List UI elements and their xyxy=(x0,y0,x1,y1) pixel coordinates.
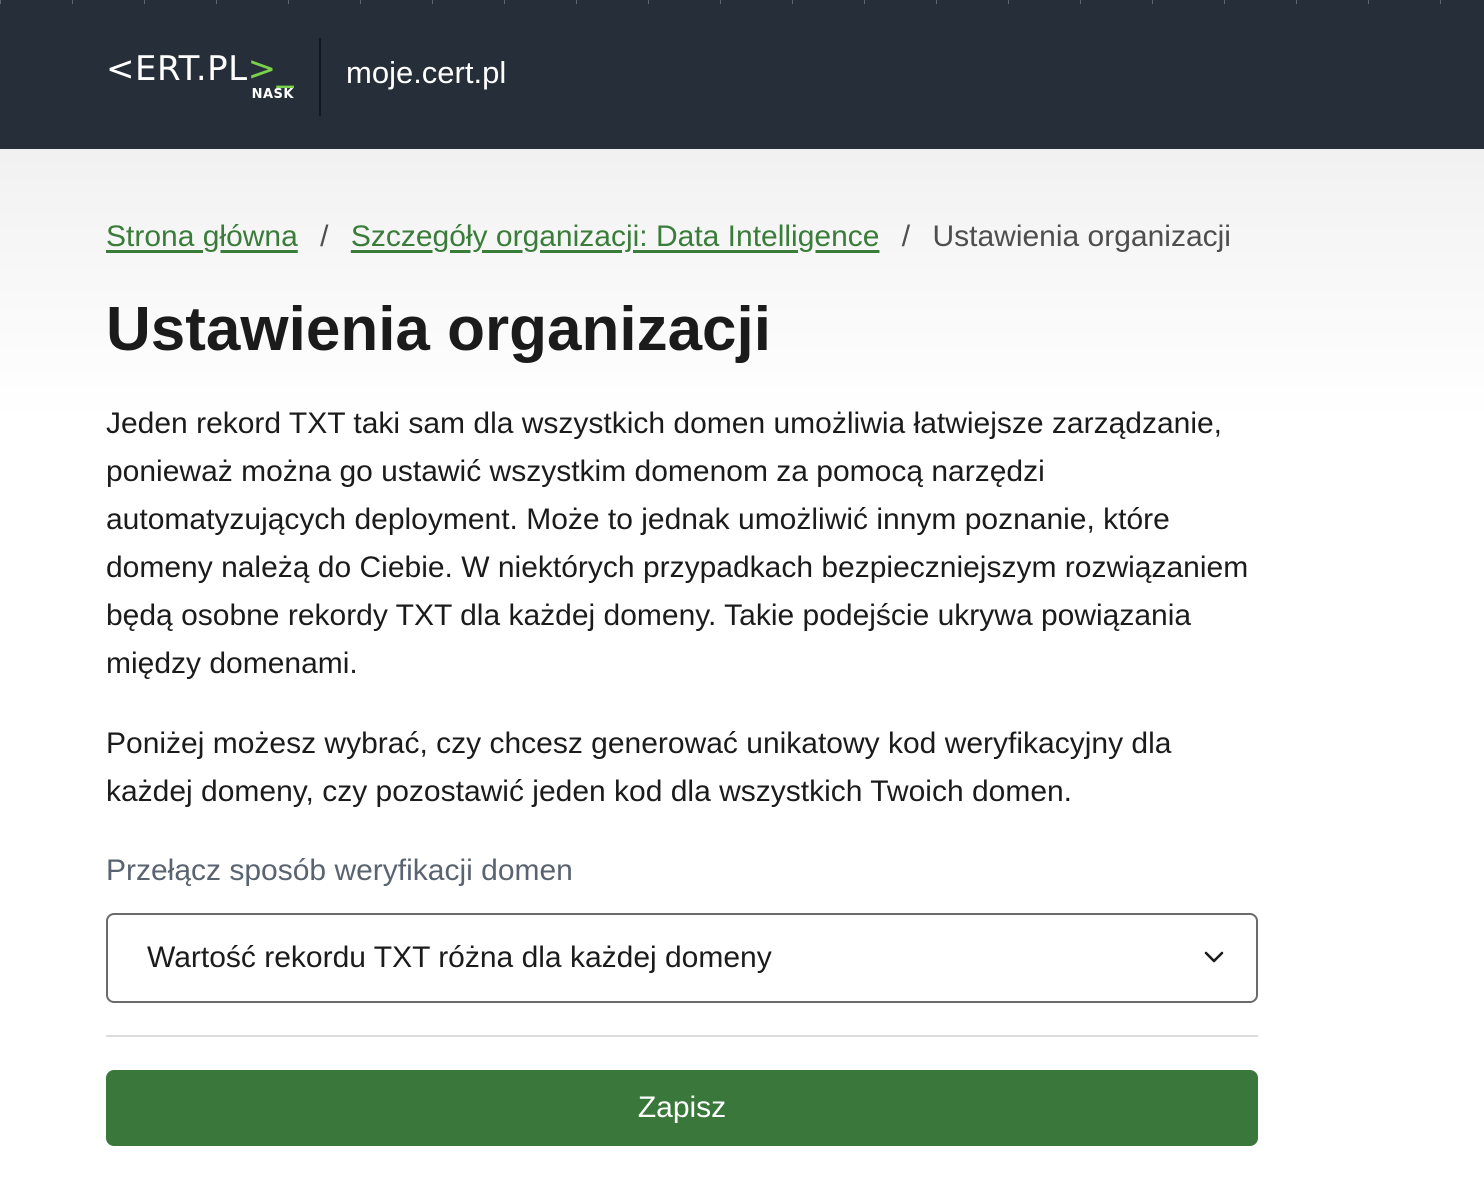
breadcrumb-current: Ustawienia organizacji xyxy=(932,220,1231,253)
breadcrumb-separator: / xyxy=(320,220,329,253)
breadcrumb-organization-link[interactable]: Szczegóły organizacji: Data Intelligence xyxy=(351,220,880,253)
chevron-down-icon xyxy=(1204,951,1224,963)
save-button[interactable]: Zapisz xyxy=(106,1070,1258,1146)
verification-method-select[interactable]: Wartość rekordu TXT różna dla każdej dom… xyxy=(106,913,1258,1003)
top-edge-ticks xyxy=(0,0,1484,4)
breadcrumb-separator: / xyxy=(901,220,911,253)
breadcrumb-home-link[interactable]: Strona główna xyxy=(106,220,298,253)
logo-wordmark: <ERT.PL>_ xyxy=(106,49,295,89)
logo-nask-label: NASK xyxy=(251,87,294,102)
verification-method-label: Przełącz sposób weryfikacji domen xyxy=(106,854,573,887)
description-paragraph: Jeden rekord TXT taki sam dla wszystkich… xyxy=(106,407,1249,680)
site-name[interactable]: moje.cert.pl xyxy=(346,54,506,92)
header-divider xyxy=(319,38,321,116)
top-navigation-bar: <ERT.PL>_ NASK moje.cert.pl xyxy=(0,0,1484,149)
cert-pl-logo[interactable]: <ERT.PL>_ NASK xyxy=(106,50,296,106)
form-divider xyxy=(106,1035,1258,1037)
logo-prompt-accent: >_ xyxy=(247,49,295,89)
instruction-paragraph: Poniżej możesz wybrać, czy chcesz genero… xyxy=(106,727,1172,808)
page-title: Ustawienia organizacji xyxy=(106,295,771,364)
verification-method-selected-value: Wartość rekordu TXT różna dla każdej dom… xyxy=(147,941,772,974)
breadcrumb: Strona główna / Szczegóły organizacji: D… xyxy=(106,217,1406,257)
